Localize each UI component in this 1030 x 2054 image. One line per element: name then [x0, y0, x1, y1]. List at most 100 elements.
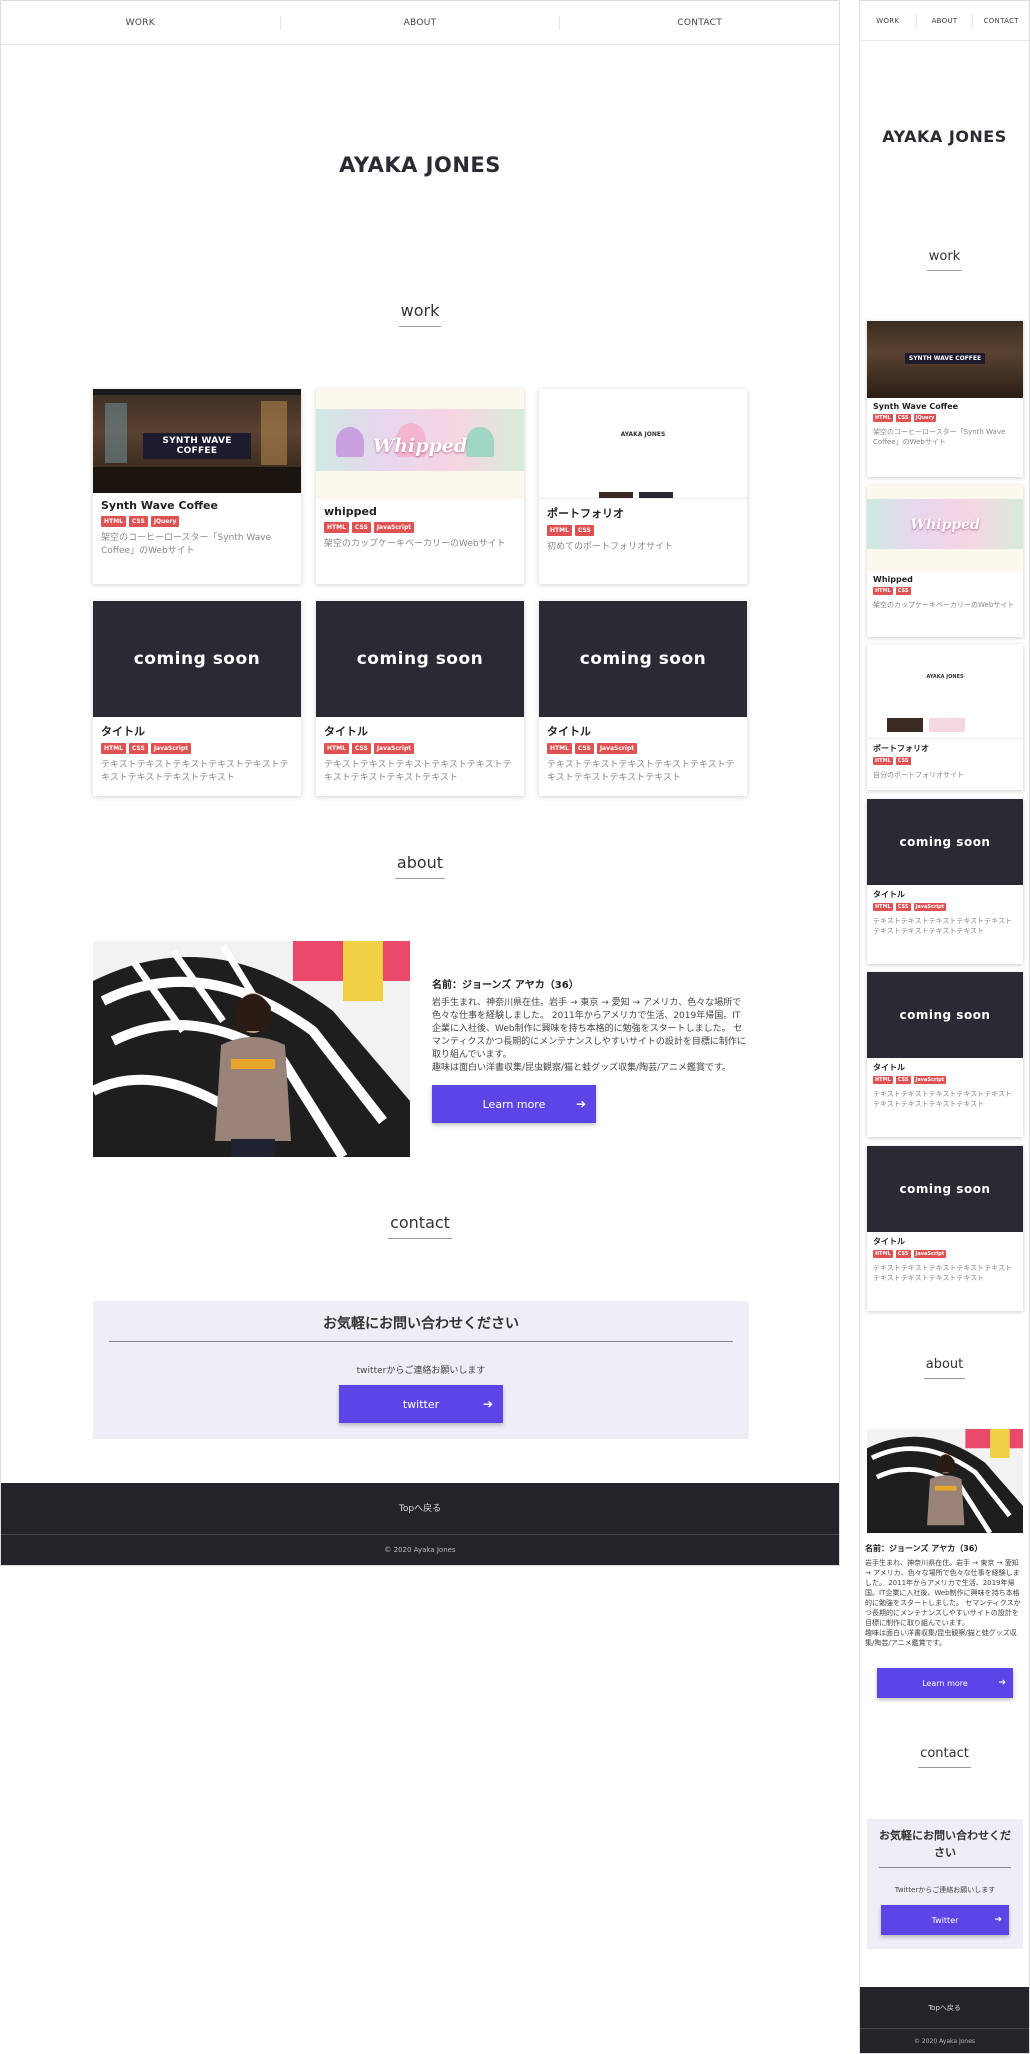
mobile-contact-heading: contact [860, 1746, 1029, 1768]
nav-work-link[interactable]: WORK [1, 15, 281, 30]
mobile-about-text: 名前：ジョーンズ アヤカ（36） 岩手生まれ、神奈川県在住。岩手 → 東京 → … [865, 1543, 1025, 1648]
about-bio: 岩手生まれ、神奈川県在住。岩手 → 東京 → 愛知 → アメリカ、色々な場所で色… [432, 998, 746, 1060]
work-card[interactable]: SYNTH WAVE COFFEE Synth Wave Coffee HTML… [93, 389, 301, 584]
work-heading: work [1, 301, 839, 327]
thumb-label: SYNTH WAVE COFFEE [143, 433, 251, 459]
contact-text: Twitterからご連絡お願いします [894, 1886, 996, 1894]
nav-about-link[interactable]: ABOUT [281, 15, 561, 30]
contact-heading-text: contact [388, 1213, 452, 1239]
tag-badge: CSS [128, 516, 148, 527]
profile-photo [93, 941, 410, 1157]
card-description: テキストテキストテキストテキストテキストテキストテキストテキストテキスト [324, 760, 512, 783]
card-title: タイトル [101, 725, 145, 738]
card-title: Synth Wave Coffee [101, 499, 218, 512]
work-grid: SYNTH WAVE COFFEE Synth Wave Coffee HTML… [93, 389, 748, 796]
card-title: タイトル [547, 725, 591, 738]
work-heading-text: work [398, 301, 442, 327]
work-card[interactable]: coming soon タイトル HTML CSS JavaScript テキス… [539, 601, 747, 796]
tag-badge: HTML [324, 522, 349, 533]
card-title: Synth Wave Coffee [873, 402, 959, 411]
tag-badge: HTML [873, 903, 893, 911]
card-title: ポートフォリオ [873, 744, 929, 753]
about-hobby: 趣味は面白い洋書収集/昆虫観察/猫と蛙グッズ収集/陶芸/アニメ鑑賞です。 [432, 1063, 732, 1073]
mobile-hero-title: AYAKA JONES [882, 127, 1007, 146]
tag-badge: JQuery [913, 414, 937, 422]
profile-photo [867, 1429, 1023, 1533]
twitter-button[interactable]: Twitter ➔ [881, 1905, 1009, 1935]
learn-more-button[interactable]: Learn more ➔ [877, 1668, 1013, 1698]
footer: Topへ戻る © 2020 Ayaka Jones [1, 1483, 839, 1565]
tag-badge: HTML [547, 525, 572, 536]
mobile-work-card[interactable]: coming soon タイトル HTML CSS JavaScript テキストテ… [867, 799, 1023, 964]
card-description: テキストテキストテキストテキストテキストテキストテキストテキストテキスト [873, 1090, 1012, 1108]
tag-badge: JavaScript [150, 743, 192, 754]
footer: Topへ戻る © 2020 Ayaka Jones [860, 1987, 1029, 2053]
mobile-work-card[interactable]: Whipped Whipped HTML CSS 架空のカップケーキベーカリーのW… [867, 485, 1023, 637]
mobile-work-card[interactable]: coming soon タイトル HTML CSS JavaScript テキストテ… [867, 1146, 1023, 1311]
whipped-thumbnail: Whipped [316, 389, 524, 499]
nav-contact-link[interactable]: CONTACT [973, 14, 1029, 28]
tag-badge: JavaScript [913, 1250, 947, 1258]
about-heading: about [1, 853, 839, 879]
contact-title: お気軽にお問い合わせください [109, 1313, 733, 1342]
tag-badge: CSS [128, 743, 148, 754]
coming-soon-thumbnail: coming soon [867, 1146, 1023, 1232]
tag-badge: CSS [895, 414, 911, 422]
work-card[interactable]: AYAKA JONES ポートフォリオ HTML CSS 初めてのポートフォリオ… [539, 389, 747, 584]
tag-badge: HTML [101, 743, 126, 754]
mobile-preview: WORK ABOUT CONTACT AYAKA JONES work SYNT… [859, 0, 1030, 2054]
card-description: 初めてのポートフォリオサイト [547, 542, 674, 552]
learn-more-button[interactable]: Learn more ➔ [432, 1085, 596, 1123]
tag-badge: HTML [873, 414, 893, 422]
work-card[interactable]: coming soon タイトル HTML CSS JavaScript テキス… [93, 601, 301, 796]
card-description: 架空のカップケーキベーカリーのWebサイト [324, 539, 506, 549]
thumb-label: SYNTH WAVE COFFEE [905, 353, 985, 364]
back-to-top-link[interactable]: Topへ戻る [860, 1987, 1029, 2029]
card-title: タイトル [873, 1063, 905, 1072]
back-to-top-link[interactable]: Topへ戻る [1, 1483, 839, 1535]
contact-title: お気軽にお問い合わせください [879, 1827, 1011, 1868]
about-hobby: 趣味は面白い洋書収集/昆虫観察/猫と蛙グッズ収集/陶芸/アニメ鑑賞です。 [865, 1629, 1017, 1647]
twitter-button[interactable]: twitter ➔ [339, 1385, 503, 1423]
nav-about-link[interactable]: ABOUT [917, 13, 974, 28]
tag-badge: HTML [873, 1076, 893, 1084]
desktop-preview: WORK ABOUT CONTACT AYAKA JONES work SYNT… [0, 0, 840, 1566]
card-title: タイトル [873, 890, 905, 899]
card-description: テキストテキストテキストテキストテキストテキストテキストテキストテキスト [873, 1264, 1012, 1282]
tag-badge: JavaScript [913, 903, 947, 911]
card-title: タイトル [873, 1237, 905, 1246]
tag-badge: JavaScript [373, 743, 415, 754]
card-description: 架空のコーヒーロースター「Synth Wave Coffee」のWebサイト [101, 533, 272, 556]
portfolio-thumbnail: AYAKA JONES [539, 389, 747, 499]
card-description: 架空のカップケーキベーカリーのWebサイト [873, 601, 1015, 609]
nav-contact-link[interactable]: CONTACT [560, 16, 839, 30]
synth-wave-thumbnail: SYNTH WAVE COFFEE [867, 321, 1023, 398]
mobile-work-card[interactable]: coming soon タイトル HTML CSS JavaScript テキストテ… [867, 972, 1023, 1137]
hero-title: AYAKA JONES [339, 153, 501, 177]
work-card[interactable]: Whipped whipped HTML CSS JavaScript 架空のカ… [316, 389, 524, 584]
card-title: Whipped [873, 575, 913, 584]
contact-box: お気軽にお問い合わせください twitterからご連絡お願いします twitte… [93, 1301, 749, 1439]
mobile-work-card[interactable]: SYNTH WAVE COFFEE Synth Wave Coffee HTML… [867, 321, 1023, 477]
top-nav: WORK ABOUT CONTACT [1, 1, 839, 45]
tag-badge: HTML [873, 587, 893, 595]
card-description: 自分のポートフォリオサイト [873, 771, 964, 779]
portfolio-thumbnail: AYAKA JONES [867, 644, 1023, 739]
mobile-work-card[interactable]: AYAKA JONES ポートフォリオ HTML CSS 自分のポートフォリオサイ… [867, 644, 1023, 790]
nav-work-link[interactable]: WORK [860, 13, 917, 28]
twitter-button-label: Twitter [931, 1915, 959, 1925]
work-card[interactable]: coming soon タイトル HTML CSS JavaScript テキス… [316, 601, 524, 796]
tag-badge: HTML [873, 1250, 893, 1258]
tag-badge: CSS [895, 587, 911, 595]
tag-badge: HTML [324, 743, 349, 754]
tag-badge: JQuery [150, 516, 180, 527]
coming-soon-thumbnail: coming soon [316, 601, 524, 717]
tag-badge: HTML [101, 516, 126, 527]
contact-box: お気軽にお問い合わせください Twitterからご連絡お願いします Twitte… [867, 1819, 1023, 1949]
arrow-right-icon: ➔ [994, 1915, 1002, 1925]
coming-soon-thumbnail: coming soon [867, 972, 1023, 1058]
arrow-right-icon: ➔ [482, 1397, 493, 1411]
arrow-right-icon: ➔ [998, 1678, 1006, 1688]
tag-badge: JavaScript [596, 743, 638, 754]
copyright: © 2020 Ayaka Jones [913, 2038, 976, 2045]
